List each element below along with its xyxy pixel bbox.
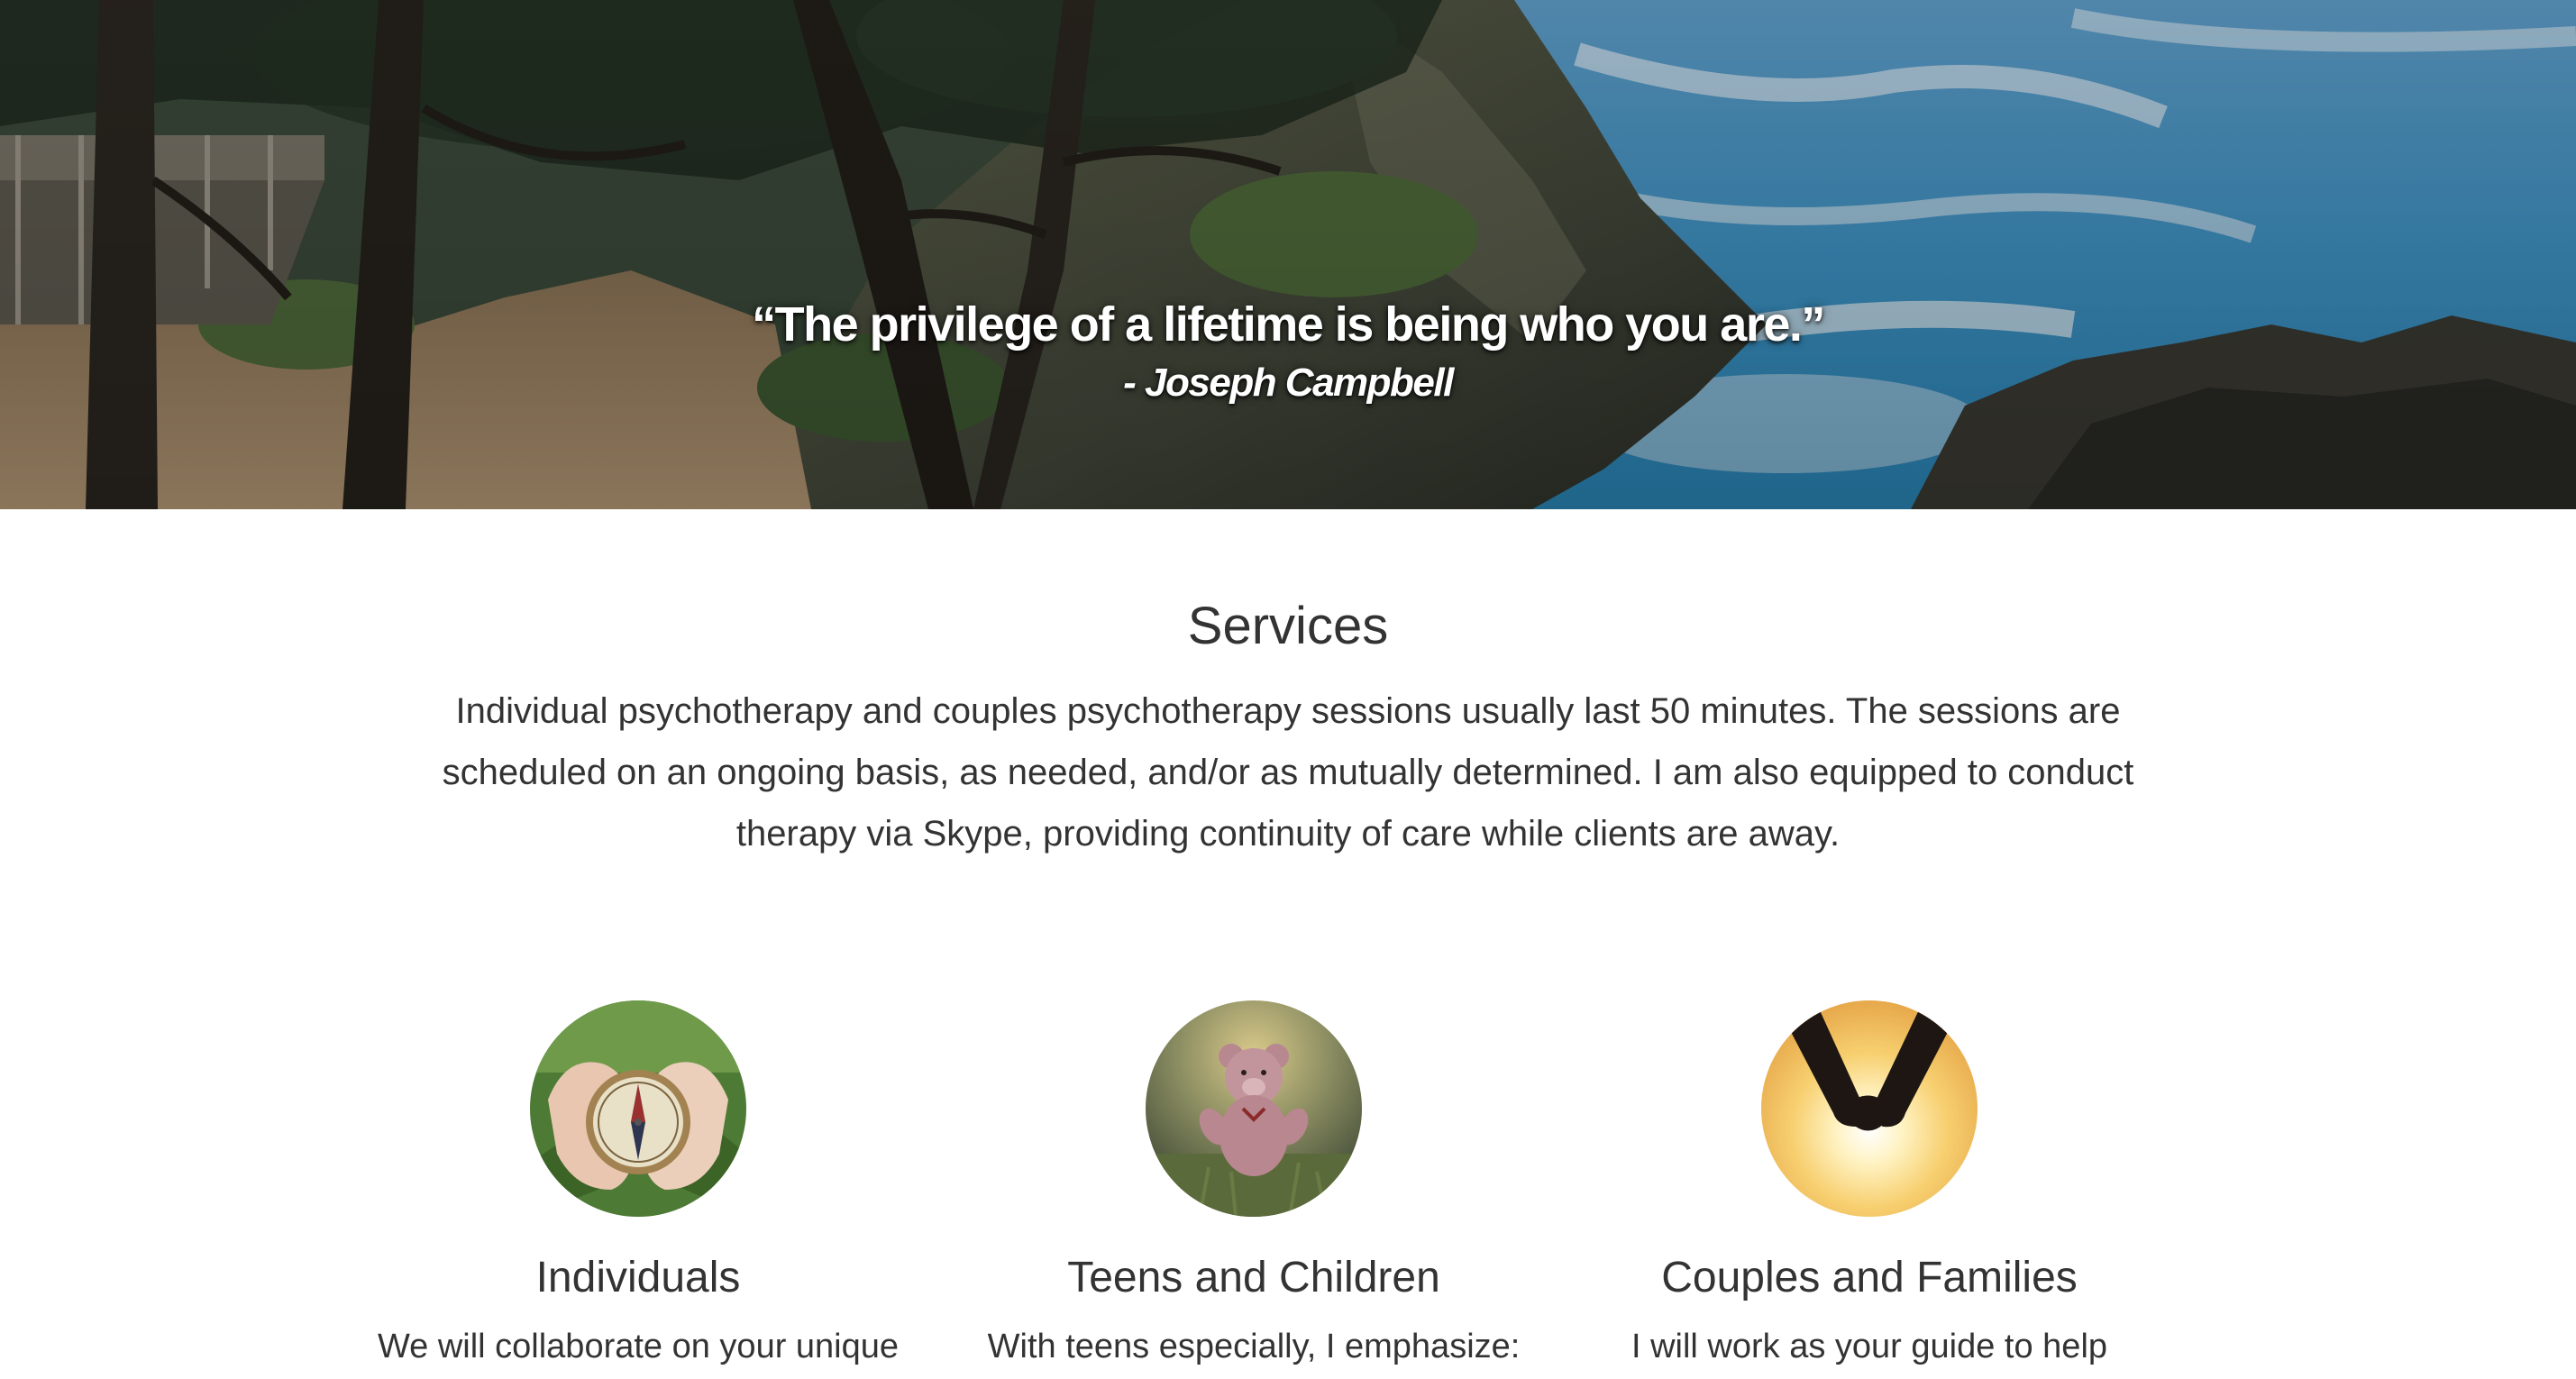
service-card-couples-families: Couples and Families I will work as your… xyxy=(1563,1000,2176,1372)
quote-author: - Joseph Campbell xyxy=(1123,361,1454,405)
card-text: With teens especially, I emphasize: xyxy=(987,1328,1521,1365)
services-description: Individual psychotherapy and couples psy… xyxy=(442,691,2134,854)
hero-banner: “The privilege of a lifetime is being wh… xyxy=(0,0,2576,509)
card-title: Couples and Families xyxy=(1661,1254,2078,1301)
holding-hands-image xyxy=(1761,1000,1978,1217)
services-section: Services Individual psychotherapy and co… xyxy=(0,509,2576,1379)
card-title: Individuals xyxy=(535,1254,741,1301)
service-card-individuals: Individuals We will collaborate on your … xyxy=(332,1000,945,1372)
card-text: We will collaborate on your unique xyxy=(377,1328,900,1365)
coastline-background-image xyxy=(0,0,2576,509)
quote-text: “The privilege of a lifetime is being wh… xyxy=(752,297,1825,352)
service-card-teens-children: Teens and Children With teens especially… xyxy=(947,1000,1560,1372)
compass-in-hands-image xyxy=(530,1000,746,1217)
card-text: I will work as your guide to help xyxy=(1631,1328,2108,1365)
teddy-bear-image xyxy=(1146,1000,1362,1217)
services-heading: Services xyxy=(1187,597,1389,655)
card-title: Teens and Children xyxy=(1067,1254,1440,1301)
hero-quote: “The privilege of a lifetime is being wh… xyxy=(0,288,2576,406)
